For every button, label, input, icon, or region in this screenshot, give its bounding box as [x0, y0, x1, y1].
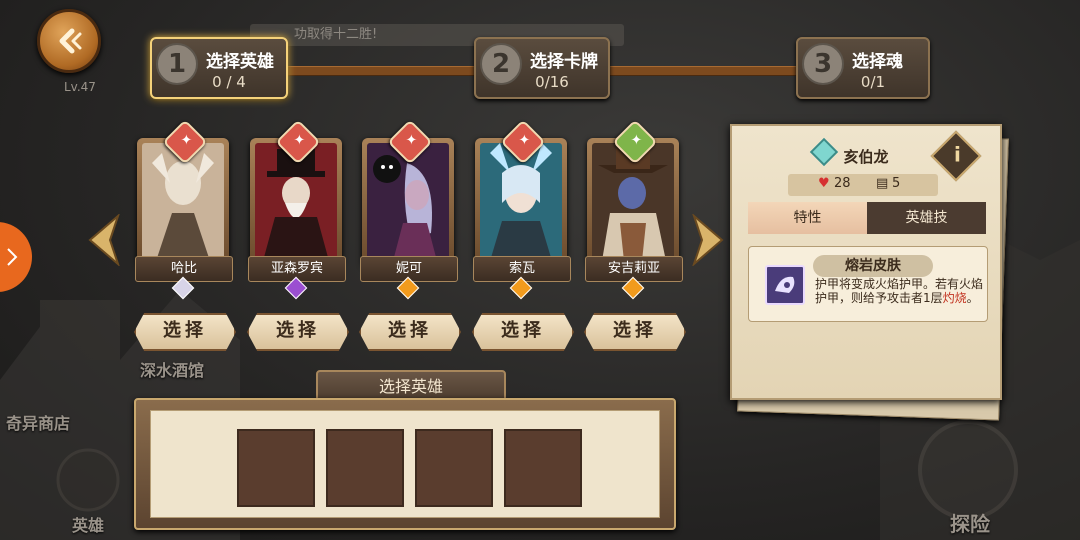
step-select-card[interactable]: 2 选择卡牌 0/16	[474, 37, 610, 99]
chevron-right-icon	[691, 212, 724, 268]
trait-card: 熔岩皮肤 护甲将变成火焰护甲。若有火焰护甲，则给予攻击者1层灼烧。	[748, 246, 988, 322]
map-label-tavern: 深水酒馆	[140, 361, 205, 380]
select-hero-button[interactable]: 选择	[359, 313, 461, 351]
next-page-arrow[interactable]	[690, 212, 726, 268]
info-button[interactable]: i	[930, 130, 982, 182]
info-tabs: 特性 英雄技	[748, 202, 986, 234]
hero-card[interactable]: ✦ 安吉莉亚	[585, 119, 683, 300]
hero-card[interactable]: ✦ 索瓦	[473, 119, 571, 300]
hero-slot[interactable]	[326, 429, 404, 507]
step-count: 0/16	[535, 73, 569, 91]
hero-info-panel: 亥伯龙 i ♥ 28 ▤ 5 特性 英雄技 熔岩皮肤 护甲将变成火焰护甲。若有火…	[730, 124, 1002, 400]
back-arrow-icon	[59, 28, 82, 54]
map-label-shop: 奇异商店	[6, 414, 71, 433]
hero-portrait-frame[interactable]: ✦ 妮可	[360, 119, 458, 300]
heart-icon: ♥	[818, 176, 830, 191]
select-hero-button[interactable]: 选择	[472, 313, 574, 351]
hero-slot[interactable]	[415, 429, 493, 507]
trait-name: 熔岩皮肤	[813, 255, 933, 277]
step-title: 选择英雄	[206, 52, 274, 72]
trait-description: 护甲将变成火焰护甲。若有火焰护甲，则给予攻击者1层灼烧。	[815, 277, 984, 305]
slot-area	[150, 410, 660, 518]
hero-portrait-frame[interactable]: ✦ 哈比	[135, 119, 233, 300]
tab-traits[interactable]: 特性	[748, 202, 867, 234]
step-count: 0/1	[860, 73, 886, 91]
back-button[interactable]	[37, 9, 101, 73]
select-hero-button[interactable]: 选择	[584, 313, 686, 351]
selected-heroes-panel	[134, 398, 676, 530]
info-icon: i	[953, 142, 961, 167]
health-value: 28	[834, 176, 851, 191]
select-hero-button[interactable]: 选择	[134, 313, 236, 351]
step-title: 选择魂	[852, 52, 903, 72]
hero-card[interactable]: ✦ 哈比	[135, 119, 233, 300]
prev-page-arrow[interactable]	[86, 212, 122, 268]
chevron-right-icon	[7, 248, 18, 266]
hero-portrait-frame[interactable]: ✦ 安吉莉亚	[585, 119, 683, 300]
hero-portrait-frame[interactable]: ✦ 亚森罗宾	[248, 119, 346, 300]
step-title: 选择卡牌	[530, 52, 598, 72]
step-select-hero[interactable]: 1 选择英雄 0 / 4	[150, 37, 288, 99]
hero-portrait-frame[interactable]: ✦ 索瓦	[473, 119, 571, 300]
step-count: 0 / 4	[212, 73, 246, 91]
chevron-left-icon	[88, 212, 121, 268]
hero-card[interactable]: ✦ 妮可	[360, 119, 458, 300]
step-select-soul[interactable]: 3 选择魂 0/1	[796, 37, 930, 99]
hero-card[interactable]: ✦ 亚森罗宾	[248, 119, 346, 300]
select-hero-button[interactable]: 选择	[247, 313, 349, 351]
hero-slot[interactable]	[504, 429, 582, 507]
map-label-adventure: 探险	[950, 512, 990, 536]
card-count-value: 5	[892, 176, 901, 191]
hero-stats: ♥ 28 ▤ 5	[788, 174, 938, 196]
map-label-heroes: 英雄	[72, 516, 105, 535]
lava-skin-icon	[765, 265, 805, 305]
hero-slot[interactable]	[237, 429, 315, 507]
tab-hero-skill[interactable]: 英雄技	[867, 202, 986, 234]
card-stack-icon: ▤	[876, 176, 889, 191]
player-level: Lv.47	[64, 80, 96, 94]
burn-keyword: 灼烧	[942, 291, 967, 305]
